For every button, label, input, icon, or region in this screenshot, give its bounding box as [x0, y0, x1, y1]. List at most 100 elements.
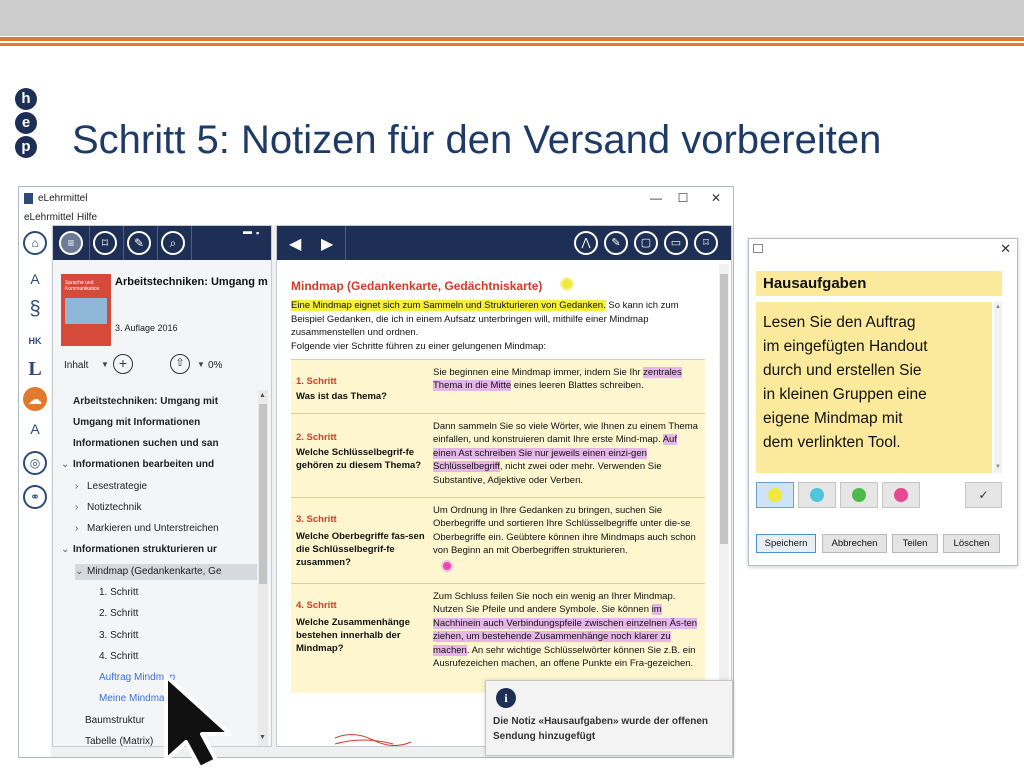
letter-l-icon[interactable]: L: [23, 357, 47, 381]
bookmark-page-icon[interactable]: ⌑: [694, 231, 718, 255]
logo-letter: e: [15, 112, 37, 134]
menu-elehrmittel[interactable]: eLehrmittel: [24, 212, 73, 223]
upload-icon[interactable]: ⇧: [170, 354, 190, 374]
step-text-part: . An sehr wichtige Schlüsselwörter könne…: [433, 644, 696, 670]
toc-item-label: Informationen suchen und san: [73, 438, 219, 449]
scroll-up-icon[interactable]: ▲: [995, 304, 1001, 310]
pane-minimize-icon[interactable]: ▬: [243, 226, 252, 236]
menu-hilfe[interactable]: Hilfe: [77, 212, 97, 223]
step-row: 4. Schritt Welche Zusammenhänge bestehen…: [291, 583, 705, 693]
toc-item[interactable]: Arbeitstechniken: Umgang mit: [73, 394, 257, 410]
edit-note-icon[interactable]: ✎: [127, 231, 151, 255]
toc-item[interactable]: 4. Schritt: [99, 649, 257, 665]
slide-top-band: [0, 0, 1024, 36]
share-button[interactable]: Teilen: [892, 534, 938, 553]
toc-item[interactable]: Umgang mit Informationen: [73, 415, 257, 431]
note-marker-pink[interactable]: [441, 560, 453, 572]
content-scrollbar[interactable]: [719, 264, 729, 746]
toc-item[interactable]: ⌄ Informationen strukturieren ur: [61, 542, 257, 558]
toc-item-label: 4. Schritt: [99, 651, 139, 662]
pen-icon[interactable]: ✎: [604, 231, 628, 255]
bookmark-icon[interactable]: ⌑: [93, 231, 117, 255]
scroll-thumb[interactable]: [259, 404, 267, 584]
color-dot: [852, 488, 866, 502]
delete-button[interactable]: Löschen: [943, 534, 1000, 553]
inhalt-dropdown[interactable]: Inhalt: [64, 360, 88, 371]
step-number: 4. Schritt: [296, 600, 337, 611]
color-pink-button[interactable]: [882, 482, 920, 508]
cancel-button[interactable]: Abbrechen: [822, 534, 887, 553]
toc-scrollbar[interactable]: ▲ ▼: [258, 390, 268, 746]
scroll-down-icon[interactable]: ▼: [995, 464, 1001, 470]
toc-item-label: Informationen bearbeiten und: [73, 459, 215, 470]
toc-item[interactable]: ⌄ Informationen bearbeiten und: [61, 457, 257, 473]
chat-icon[interactable]: ☁: [23, 387, 47, 411]
scroll-down-icon[interactable]: ▼: [259, 734, 266, 741]
note-marker-yellow[interactable]: [560, 277, 574, 291]
step-number: 3. Schritt: [296, 514, 337, 525]
logo-letter: h: [15, 88, 37, 110]
toc-item[interactable]: 3. Schritt: [99, 628, 257, 644]
chevron-down-icon[interactable]: ⌄: [61, 457, 73, 473]
save-button[interactable]: Speichern: [756, 534, 816, 553]
scroll-thumb[interactable]: [720, 274, 728, 544]
globe-icon[interactable]: ◎: [23, 451, 47, 475]
book-a2-icon[interactable]: A: [23, 417, 47, 441]
prev-page-icon[interactable]: ◀: [289, 234, 301, 254]
app-icon: [24, 193, 33, 204]
highlight-icon[interactable]: ⋀: [574, 231, 598, 255]
toc-item-label: Lesestrategie: [87, 481, 148, 492]
toc-item[interactable]: ⌄ Mindmap (Gedankenkarte, Ge: [75, 564, 257, 580]
step-text-part: Zum Schluss feilen Sie noch ein wenig an…: [433, 591, 676, 616]
toc-item-label: Arbeitstechniken: Umgang mit: [73, 396, 219, 407]
toc-item[interactable]: › Notiztechnik: [75, 500, 257, 516]
toc-item[interactable]: › Lesestrategie: [75, 479, 257, 495]
step-text-part: Sie beginnen eine Mindmap immer, indem S…: [433, 367, 644, 378]
color-cyan-button[interactable]: [798, 482, 836, 508]
scroll-up-icon[interactable]: ▲: [259, 392, 266, 399]
chevron-down-icon[interactable]: ⌄: [75, 564, 87, 580]
next-page-icon[interactable]: ▶: [321, 234, 333, 254]
toc-item[interactable]: 2. Schritt: [99, 606, 257, 622]
note-scrollbar[interactable]: ▲ ▼: [994, 302, 1002, 473]
close-button[interactable]: ✕: [705, 190, 727, 206]
note-body[interactable]: Lesen Sie den Auftrag im eingefügten Han…: [756, 302, 992, 473]
chevron-down-icon[interactable]: ▼: [197, 360, 205, 369]
search-icon[interactable]: ⌕: [161, 231, 185, 255]
color-green-button[interactable]: [840, 482, 878, 508]
hep-logo: h e p: [15, 88, 41, 160]
close-icon[interactable]: ✕: [1000, 241, 1011, 257]
chevron-right-icon[interactable]: ›: [75, 521, 87, 537]
home-icon[interactable]: ⌂: [23, 231, 47, 255]
toc-item-label: Informationen strukturieren ur: [73, 544, 217, 555]
intro-text: Eine Mindmap eignet sich zum Sammeln und…: [291, 299, 699, 353]
color-dot: [768, 488, 782, 502]
toc-item[interactable]: Informationen suchen und san: [73, 436, 257, 452]
add-icon[interactable]: +: [113, 354, 133, 374]
share-check-button[interactable]: ✓: [965, 482, 1002, 508]
book-a-icon[interactable]: A: [23, 267, 47, 291]
step-text-part: eines leeren Blattes schreiben.: [511, 380, 644, 392]
pane-maximize-icon[interactable]: ▪: [256, 228, 259, 238]
toc-item[interactable]: 1. Schritt: [99, 585, 257, 601]
minimize-button[interactable]: —: [645, 190, 667, 206]
chevron-right-icon[interactable]: ›: [75, 500, 87, 516]
note-title[interactable]: Hausaufgaben: [756, 271, 1002, 296]
menu-list-icon[interactable]: ≡: [59, 231, 83, 255]
maximize-button[interactable]: ☐: [672, 190, 694, 206]
toc-item-label: 2. Schritt: [99, 608, 139, 619]
color-yellow-button[interactable]: [756, 482, 794, 508]
share-network-icon[interactable]: ⚭: [23, 485, 47, 509]
hk-book-icon[interactable]: HK: [23, 329, 47, 353]
chevron-down-icon[interactable]: ▼: [101, 360, 109, 369]
chevron-down-icon[interactable]: ⌄: [61, 542, 73, 558]
toc-item[interactable]: › Markieren und Unterstreichen: [75, 521, 257, 537]
presentation-icon[interactable]: ▭: [664, 231, 688, 255]
step-row: 1. Schritt Was ist das Thema? Sie beginn…: [291, 359, 705, 413]
paragraph-icon[interactable]: §: [23, 297, 47, 321]
toc-item-label: Notiztechnik: [87, 502, 142, 513]
color-dot: [810, 488, 824, 502]
chevron-right-icon[interactable]: ›: [75, 479, 87, 495]
tab-separator: [191, 226, 192, 260]
note-icon[interactable]: ▢: [634, 231, 658, 255]
